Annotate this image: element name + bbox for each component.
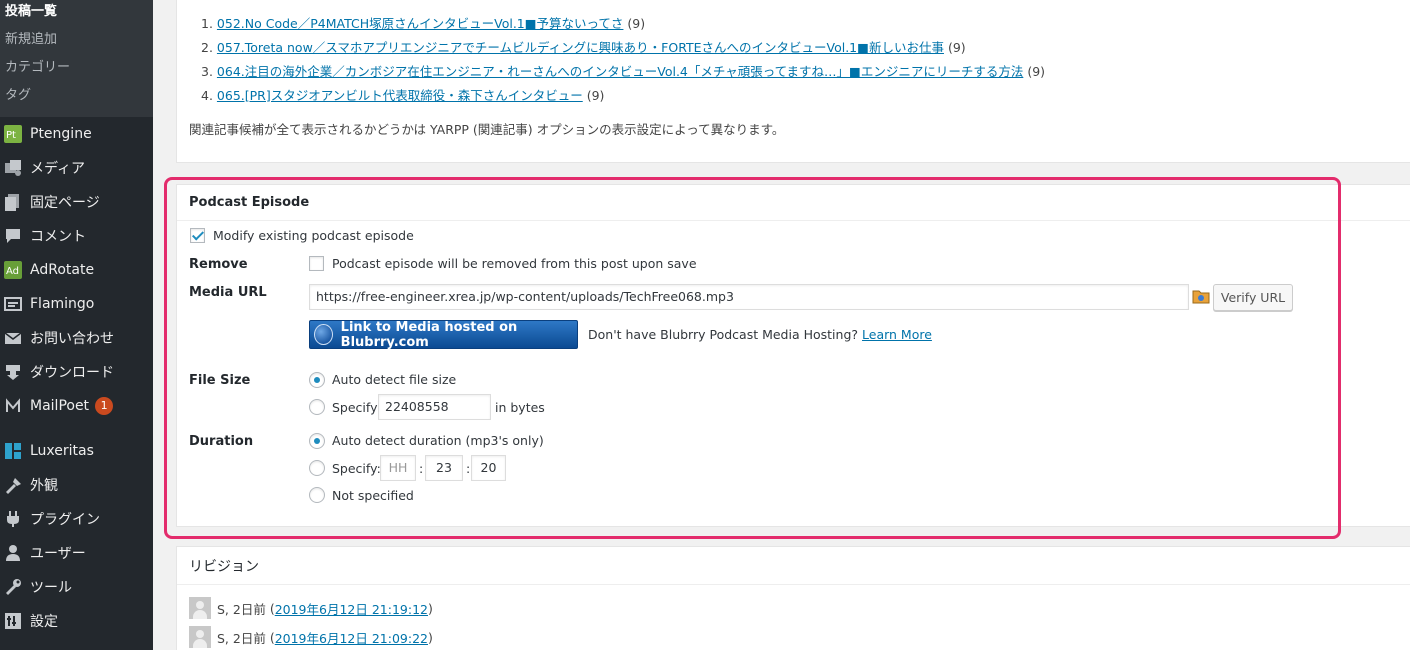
highlight-box (164, 177, 1341, 539)
sidebar-item-appearance[interactable]: 外観 (0, 468, 153, 502)
page-icon (2, 192, 24, 212)
submenu-item-categories[interactable]: カテゴリー (0, 58, 153, 86)
related-post-link[interactable]: 064.注目の海外企業／カンボジア在住エンジニア・れーさんへのインタビューVol… (217, 64, 1023, 79)
revision-row: S, 2日前 (2019年6月12日 21:19:12) (189, 597, 433, 619)
sidebar-item-label: お問い合わせ (30, 331, 114, 347)
sidebar-item-users[interactable]: ユーザー (0, 536, 153, 570)
sidebar-item-label: Luxeritas (30, 443, 94, 459)
sidebar-item-tools[interactable]: ツール (0, 570, 153, 604)
sidebar-item-label: 固定ページ (30, 195, 100, 211)
sidebar-item-settings[interactable]: 設定 (0, 604, 153, 638)
sidebar-item-plugins[interactable]: プラグイン (0, 502, 153, 536)
tools-icon (2, 577, 24, 597)
yarpp-note: 関連記事候補が全て表示されるかどうかは YARPP (関連記事) オプションの表… (189, 122, 785, 137)
svg-text:Pt: Pt (6, 130, 16, 141)
list-item: 3. 064.注目の海外企業／カンボジア在住エンジニア・れーさんへのインタビュー… (201, 64, 1046, 79)
comment-icon (2, 226, 24, 246)
revision-date-link[interactable]: 2019年6月12日 21:19:12 (275, 599, 428, 618)
sidebar-item-label: Ptengine (30, 126, 92, 142)
admin-sidebar: 投稿一覧 新規追加 カテゴリー タグ Pt Ptengine メディア 固定ペー… (0, 0, 153, 650)
avatar (189, 626, 211, 648)
list-item: 4. 065.[PR]スタジオアンビルト代表取締役・森下さんインタビュー (9) (201, 88, 605, 103)
related-posts-list: 1. 052.No Code／P4MATCH塚原さんインタビューVol.1■予算… (201, 14, 1045, 110)
adrotate-icon: Ad (2, 260, 24, 280)
divider (177, 584, 1410, 585)
plugin-icon (2, 509, 24, 529)
ptengine-icon: Pt (2, 124, 24, 144)
submenu-item-add-new[interactable]: 新規追加 (0, 30, 153, 58)
sidebar-item-comments[interactable]: コメント (0, 219, 153, 253)
mail-icon (2, 328, 24, 348)
panel-title: リビジョン (189, 559, 259, 575)
sidebar-item-label: 設定 (30, 614, 58, 630)
submenu-item-tags[interactable]: タグ (0, 86, 153, 114)
posts-submenu: 投稿一覧 新規追加 カテゴリー タグ (0, 0, 153, 117)
sidebar-item-label: AdRotate (30, 262, 95, 278)
submenu-item-all-posts[interactable]: 投稿一覧 (0, 2, 153, 30)
sidebar-item-label: コメント (30, 229, 86, 245)
media-icon (2, 158, 24, 178)
luxeritas-icon (2, 441, 24, 461)
sidebar-item-pages[interactable]: 固定ページ (0, 185, 153, 219)
sidebar-item-label: ユーザー (30, 546, 86, 562)
notification-badge: 1 (95, 397, 114, 415)
list-item: 2. 057.Toreta now／スマホアプリエンジニアでチームビルディングに… (201, 40, 966, 55)
revision-date-link[interactable]: 2019年6月12日 21:09:22 (275, 628, 428, 647)
sidebar-item-luxeritas[interactable]: Luxeritas (0, 434, 153, 468)
sidebar-item-adrotate[interactable]: Ad AdRotate (0, 253, 153, 287)
related-post-link[interactable]: 057.Toreta now／スマホアプリエンジニアでチームビルディングに興味あ… (217, 40, 944, 55)
sidebar-item-label: ダウンロード (30, 365, 114, 381)
flamingo-icon (2, 294, 24, 314)
related-post-link[interactable]: 065.[PR]スタジオアンビルト代表取締役・森下さんインタビュー (217, 88, 583, 103)
revisions-panel: リビジョン S, 2日前 (2019年6月12日 21:19:12) S, 2日… (176, 546, 1410, 650)
list-item: 1. 052.No Code／P4MATCH塚原さんインタビューVol.1■予算… (201, 16, 646, 31)
user-icon (2, 543, 24, 563)
settings-icon (2, 611, 24, 631)
avatar (189, 597, 211, 619)
sidebar-item-label: プラグイン (30, 512, 100, 528)
sidebar-item-label: 外観 (30, 478, 58, 494)
mailpoet-icon (2, 396, 24, 416)
sidebar-item-label: Flamingo (30, 296, 95, 312)
related-posts-panel: 1. 052.No Code／P4MATCH塚原さんインタビューVol.1■予算… (176, 0, 1410, 163)
sidebar-item-download[interactable]: ダウンロード (0, 355, 153, 389)
svg-text:Ad: Ad (6, 266, 19, 277)
related-post-link[interactable]: 052.No Code／P4MATCH塚原さんインタビューVol.1■予算ないっ… (217, 16, 624, 31)
sidebar-item-mailpoet[interactable]: MailPoet 1 (0, 389, 153, 423)
sidebar-item-label: MailPoet (30, 398, 90, 414)
sidebar-item-media[interactable]: メディア (0, 151, 153, 185)
download-icon (2, 362, 24, 382)
sidebar-item-label: メディア (30, 161, 86, 177)
sidebar-item-contact[interactable]: お問い合わせ (0, 321, 153, 355)
revision-row: S, 2日前 (2019年6月12日 21:09:22) (189, 626, 433, 648)
appearance-icon (2, 475, 24, 495)
sidebar-item-label: ツール (30, 580, 72, 596)
sidebar-item-ptengine[interactable]: Pt Ptengine (0, 117, 153, 151)
sidebar-item-flamingo[interactable]: Flamingo (0, 287, 153, 321)
